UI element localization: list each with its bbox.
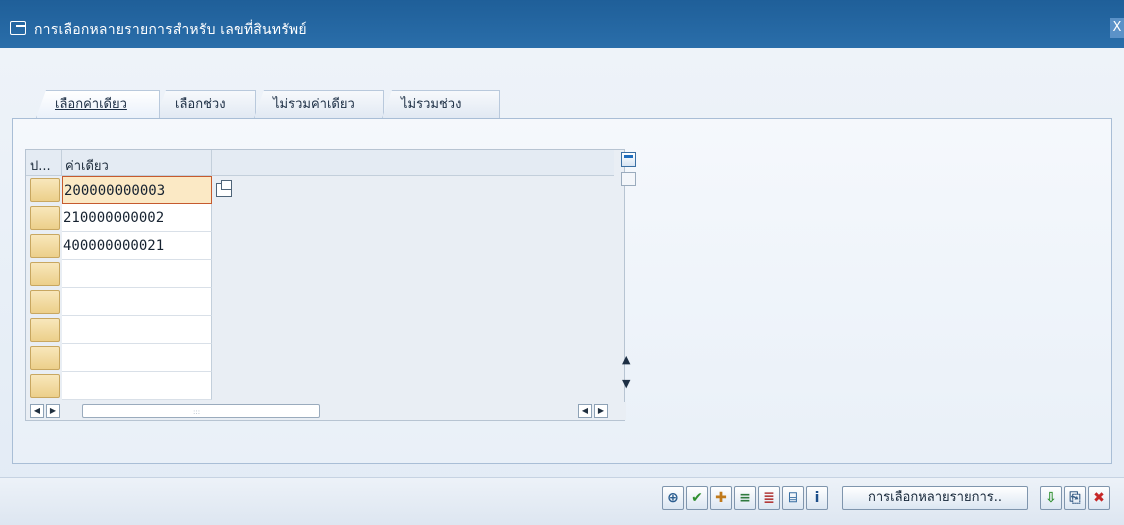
- multiple-selection-button[interactable]: การเลือกหลายรายการ..: [842, 486, 1028, 510]
- copy-checkmark-icon[interactable]: ✔: [686, 486, 708, 510]
- scroll-left-icon[interactable]: ◀: [30, 404, 44, 418]
- dialog-body: เลือกค่าเดียว เลือกช่วง ไม่รวมค่าเดียว ไ…: [0, 48, 1124, 525]
- row-selector[interactable]: [30, 290, 60, 314]
- row-selector[interactable]: [30, 262, 60, 286]
- tab-label: ไม่รวมช่วง: [401, 97, 462, 112]
- check-entries-icon[interactable]: ⊕: [662, 486, 684, 510]
- column-header-selection[interactable]: ป...: [26, 150, 62, 176]
- tab-single-value[interactable]: เลือกค่าเดียว: [36, 90, 160, 118]
- trash-icon[interactable]: ⌸: [782, 486, 804, 510]
- dialog-icon: [10, 21, 26, 35]
- value-cell[interactable]: [62, 316, 212, 344]
- tab-label: เลือกค่าเดียว: [55, 97, 127, 112]
- info-icon[interactable]: i: [806, 486, 828, 510]
- tab-panel: ป... ค่าเดียว 200000000003 210000000002 …: [12, 118, 1112, 464]
- tab-label: ไม่รวมค่าเดียว: [273, 97, 355, 112]
- clipboard-icon[interactable]: ⎘: [1064, 486, 1086, 510]
- selection-table: ป... ค่าเดียว 200000000003 210000000002 …: [25, 149, 636, 421]
- scroll-right-icon[interactable]: ▶: [594, 404, 608, 418]
- cancel-icon[interactable]: ✖: [1088, 486, 1110, 510]
- scroll-track[interactable]: :::: [82, 404, 320, 418]
- dialog-titlebar: การเลือกหลายรายการสำหรับ เลขที่สินทรัพย์…: [0, 0, 1124, 48]
- scroll-right-icon[interactable]: ▶: [46, 404, 60, 418]
- tab-exclude-range[interactable]: ไม่รวมช่วง: [382, 90, 500, 118]
- search-help-icon[interactable]: ✚: [710, 486, 732, 510]
- tab-range[interactable]: เลือกช่วง: [156, 90, 256, 118]
- horizontal-scrollbar[interactable]: ◀ ▶ ::: ◀ ▶: [26, 402, 626, 420]
- scroll-left-icon[interactable]: ◀: [578, 404, 592, 418]
- scroll-grip-icon: :::: [193, 408, 201, 416]
- table-row: [26, 344, 214, 372]
- table-settings-icon[interactable]: [621, 152, 636, 167]
- value-cell[interactable]: [62, 372, 212, 400]
- value-cell[interactable]: 210000000002: [62, 204, 212, 232]
- row-selector[interactable]: [30, 206, 60, 230]
- value-cell[interactable]: [62, 344, 212, 372]
- dialog-toolbar: ⊕ ✔ ✚ ≡ ≣ ⌸ i การเลือกหลายรายการ.. ⇩ ⎘ ✖: [0, 477, 1124, 525]
- value-help-icon[interactable]: [216, 180, 232, 197]
- row-selector[interactable]: [30, 346, 60, 370]
- row-selector[interactable]: [30, 374, 60, 398]
- row-selector[interactable]: [30, 178, 60, 202]
- scroll-up-icon[interactable]: ▲: [622, 353, 630, 366]
- scroll-down-icon[interactable]: ▼: [622, 377, 630, 390]
- table-row: 400000000021: [26, 232, 214, 260]
- table-row: [26, 260, 214, 288]
- table-row: 200000000003: [26, 176, 232, 204]
- dialog-title: การเลือกหลายรายการสำหรับ เลขที่สินทรัพย์: [34, 22, 307, 38]
- value-cell[interactable]: 200000000003: [62, 176, 212, 204]
- table-header: ป... ค่าเดียว: [26, 150, 614, 176]
- table-row: 210000000002: [26, 204, 214, 232]
- delete-row-icon[interactable]: ≣: [758, 486, 780, 510]
- table-row: [26, 316, 214, 344]
- import-icon[interactable]: ⇩: [1040, 486, 1062, 510]
- tab-label: เลือกช่วง: [175, 97, 226, 112]
- column-header-value[interactable]: ค่าเดียว: [62, 150, 212, 176]
- row-selector[interactable]: [30, 234, 60, 258]
- value-cell[interactable]: [62, 288, 212, 316]
- value-cell[interactable]: [62, 260, 212, 288]
- insert-row-icon[interactable]: ≡: [734, 486, 756, 510]
- scroll-thumb[interactable]: [621, 172, 636, 186]
- table-row: [26, 288, 214, 316]
- vertical-scrollbar[interactable]: ▲ ▼: [620, 150, 638, 400]
- tab-exclude-single[interactable]: ไม่รวมค่าเดียว: [254, 90, 384, 118]
- row-selector[interactable]: [30, 318, 60, 342]
- table-row: [26, 372, 214, 400]
- value-cell[interactable]: 400000000021: [62, 232, 212, 260]
- close-button[interactable]: X: [1110, 18, 1124, 38]
